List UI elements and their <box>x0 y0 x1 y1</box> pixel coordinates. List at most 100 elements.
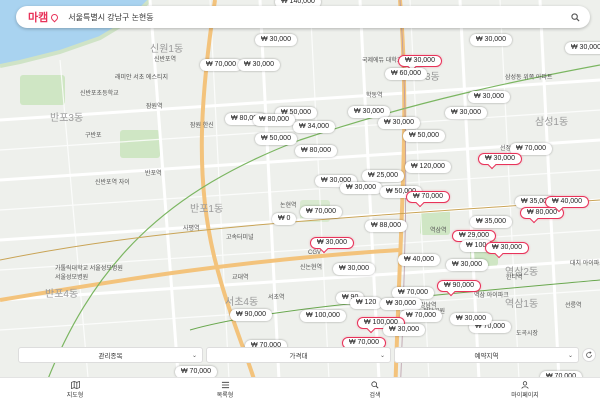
price-marker[interactable]: ₩ 30,000 <box>383 324 425 336</box>
map-place-label: 고속터미널 <box>226 235 254 241</box>
price-marker[interactable]: ₩ 30,000 <box>445 107 487 119</box>
chevron-down-icon: ⌄ <box>379 353 385 359</box>
map-place-label: 3동 <box>425 72 440 83</box>
price-marker[interactable]: ₩ 40,000 <box>545 196 589 208</box>
map-place-label: 래미안 서초 에스티지 <box>115 75 169 81</box>
user-icon <box>521 380 529 389</box>
price-marker[interactable]: ₩ 120 <box>350 297 383 309</box>
price-marker[interactable]: ₩ 70,000 <box>200 59 242 71</box>
address-text[interactable]: 서울특별시 강남구 논현동 <box>68 12 568 23</box>
map-icon <box>70 380 80 389</box>
price-marker[interactable]: ₩ 100,000 <box>300 310 346 322</box>
map-place-label: 한티역 <box>506 275 523 281</box>
map-place-label: 역삼 아이파크 <box>474 293 509 299</box>
map-place-label: 신반포초등학교 <box>80 91 119 97</box>
map-place-label: 삼성동 위쪽 아파트 <box>505 75 553 81</box>
price-marker[interactable]: ₩ 70,000 <box>300 206 342 218</box>
tab-mypage-label: 마이페이지 <box>511 392 539 399</box>
filter-price-range[interactable]: 가격대 ⌄ <box>206 347 391 363</box>
reset-icon <box>586 351 592 358</box>
price-marker[interactable]: ₩ 30,000 <box>378 117 420 129</box>
tab-search[interactable]: 검색 <box>300 378 450 401</box>
map-place-label: 신논현역 <box>300 265 323 271</box>
map-place-label: 구반포 <box>85 133 102 139</box>
price-marker[interactable]: ₩ 30,000 <box>398 55 442 67</box>
price-marker[interactable]: ₩ 30,000 <box>333 263 375 275</box>
price-marker[interactable]: ₩ 70,000 <box>406 191 450 203</box>
map-place-label: 역삼역 <box>430 228 447 234</box>
map-place-label: 교대역 <box>232 275 249 281</box>
price-marker[interactable]: ₩ 70,000 <box>400 310 442 322</box>
price-marker[interactable]: ₩ 88,000 <box>365 220 407 232</box>
map-place-label: CGV <box>308 250 322 256</box>
price-marker[interactable]: ₩ 35,000 <box>470 216 512 228</box>
map-place-label: 반포1동 <box>190 204 224 215</box>
price-marker[interactable]: ₩ 30,000 <box>446 259 488 271</box>
bottom-tab-bar: 지도형 목록형 검색 마이페이지 <box>0 377 600 401</box>
map-place-label: 반포4동 <box>45 289 79 300</box>
filter-region[interactable]: 예약지역 ⌄ <box>394 347 579 363</box>
park-area <box>120 130 160 158</box>
price-marker[interactable]: ₩ 80,000 <box>295 145 337 157</box>
price-marker[interactable]: ₩ 0 <box>272 213 297 225</box>
search-button[interactable] <box>568 10 582 24</box>
tab-map-label: 지도형 <box>66 392 84 399</box>
map-place-label: 잠원역 <box>146 104 163 110</box>
map-place-label: 학동역 <box>366 93 383 99</box>
map-canvas[interactable] <box>0 0 600 400</box>
chevron-down-icon: ⌄ <box>567 353 573 359</box>
price-marker[interactable]: ₩ 30,000 <box>310 237 354 249</box>
app-logo-text: 마캠 <box>28 12 49 24</box>
price-marker[interactable]: ₩ 30,000 <box>565 42 600 54</box>
map-place-label: 신원1동 <box>150 44 184 55</box>
search-icon <box>371 380 379 389</box>
map-place-label: 대치 아이파크 <box>570 261 600 267</box>
map-place-label: 서울성모병원 <box>55 275 89 281</box>
chevron-down-icon: ⌄ <box>191 353 197 359</box>
reset-filter-button[interactable] <box>582 348 596 362</box>
search-icon <box>570 12 580 22</box>
price-marker[interactable]: ₩ 30,000 <box>468 91 510 103</box>
price-marker[interactable]: ₩ 34,000 <box>293 121 335 133</box>
map-place-label: 반포3동 <box>50 113 84 124</box>
price-marker[interactable]: ₩ 80,000 <box>253 114 295 126</box>
map-place-label: 서초역 <box>268 295 285 301</box>
map-place-label: 역삼1동 <box>505 299 539 310</box>
price-marker[interactable]: ₩ 50,000 <box>255 133 297 145</box>
tab-mypage[interactable]: 마이페이지 <box>450 378 600 401</box>
price-marker[interactable]: ₩ 30,000 <box>340 182 382 194</box>
price-marker[interactable]: ₩ 50,000 <box>403 130 445 142</box>
filter-category[interactable]: 관리종목 ⌄ <box>18 347 203 363</box>
tab-list-label: 목록형 <box>216 392 234 399</box>
map-pin-icon <box>49 12 60 22</box>
map-place-label: 신반포역 자이 <box>95 180 130 186</box>
price-marker[interactable]: ₩ 90,000 <box>230 309 272 321</box>
price-marker[interactable]: ₩ 30,000 <box>380 298 422 310</box>
map-place-label: 신반포역 <box>154 57 177 63</box>
filter-category-label: 관리종목 <box>98 353 123 360</box>
tab-search-label: 검색 <box>369 392 381 399</box>
tab-list[interactable]: 목록형 <box>150 378 300 401</box>
price-marker[interactable]: ₩ 60,000 <box>385 68 427 80</box>
map-place-label: 반포역 <box>145 171 162 177</box>
price-marker[interactable]: ₩ 30,000 <box>470 34 512 46</box>
price-marker[interactable]: ₩ 40,000 <box>398 254 440 266</box>
price-marker[interactable]: ₩ 30,000 <box>255 34 297 46</box>
list-icon <box>221 381 229 388</box>
price-marker[interactable]: ₩ 120,000 <box>405 161 451 173</box>
price-marker[interactable]: ₩ 30,000 <box>238 59 280 71</box>
price-marker[interactable]: ₩ 90,000 <box>437 280 481 292</box>
tab-map[interactable]: 지도형 <box>0 378 150 401</box>
price-marker[interactable]: ₩ 30,000 <box>485 242 529 254</box>
price-marker[interactable]: ₩ 30,000 <box>450 313 492 325</box>
filter-bar: 관리종목 ⌄ 가격대 ⌄ 예약지역 ⌄ <box>0 347 600 365</box>
app-logo: 마캠 <box>28 9 60 25</box>
filter-price-range-label: 가격대 <box>289 353 308 360</box>
price-marker[interactable]: ₩ 25,000 <box>362 170 404 182</box>
map-place-label: 사평역 <box>183 226 200 232</box>
map-place-label: 도곡시장 <box>516 331 539 337</box>
map-place-label: 잠원 한신 <box>190 123 214 129</box>
map-place-label: 선릉역 <box>565 303 582 309</box>
search-bar[interactable]: 마캠 서울특별시 강남구 논현동 <box>16 6 590 28</box>
price-marker[interactable]: ₩ 30,000 <box>478 153 522 165</box>
